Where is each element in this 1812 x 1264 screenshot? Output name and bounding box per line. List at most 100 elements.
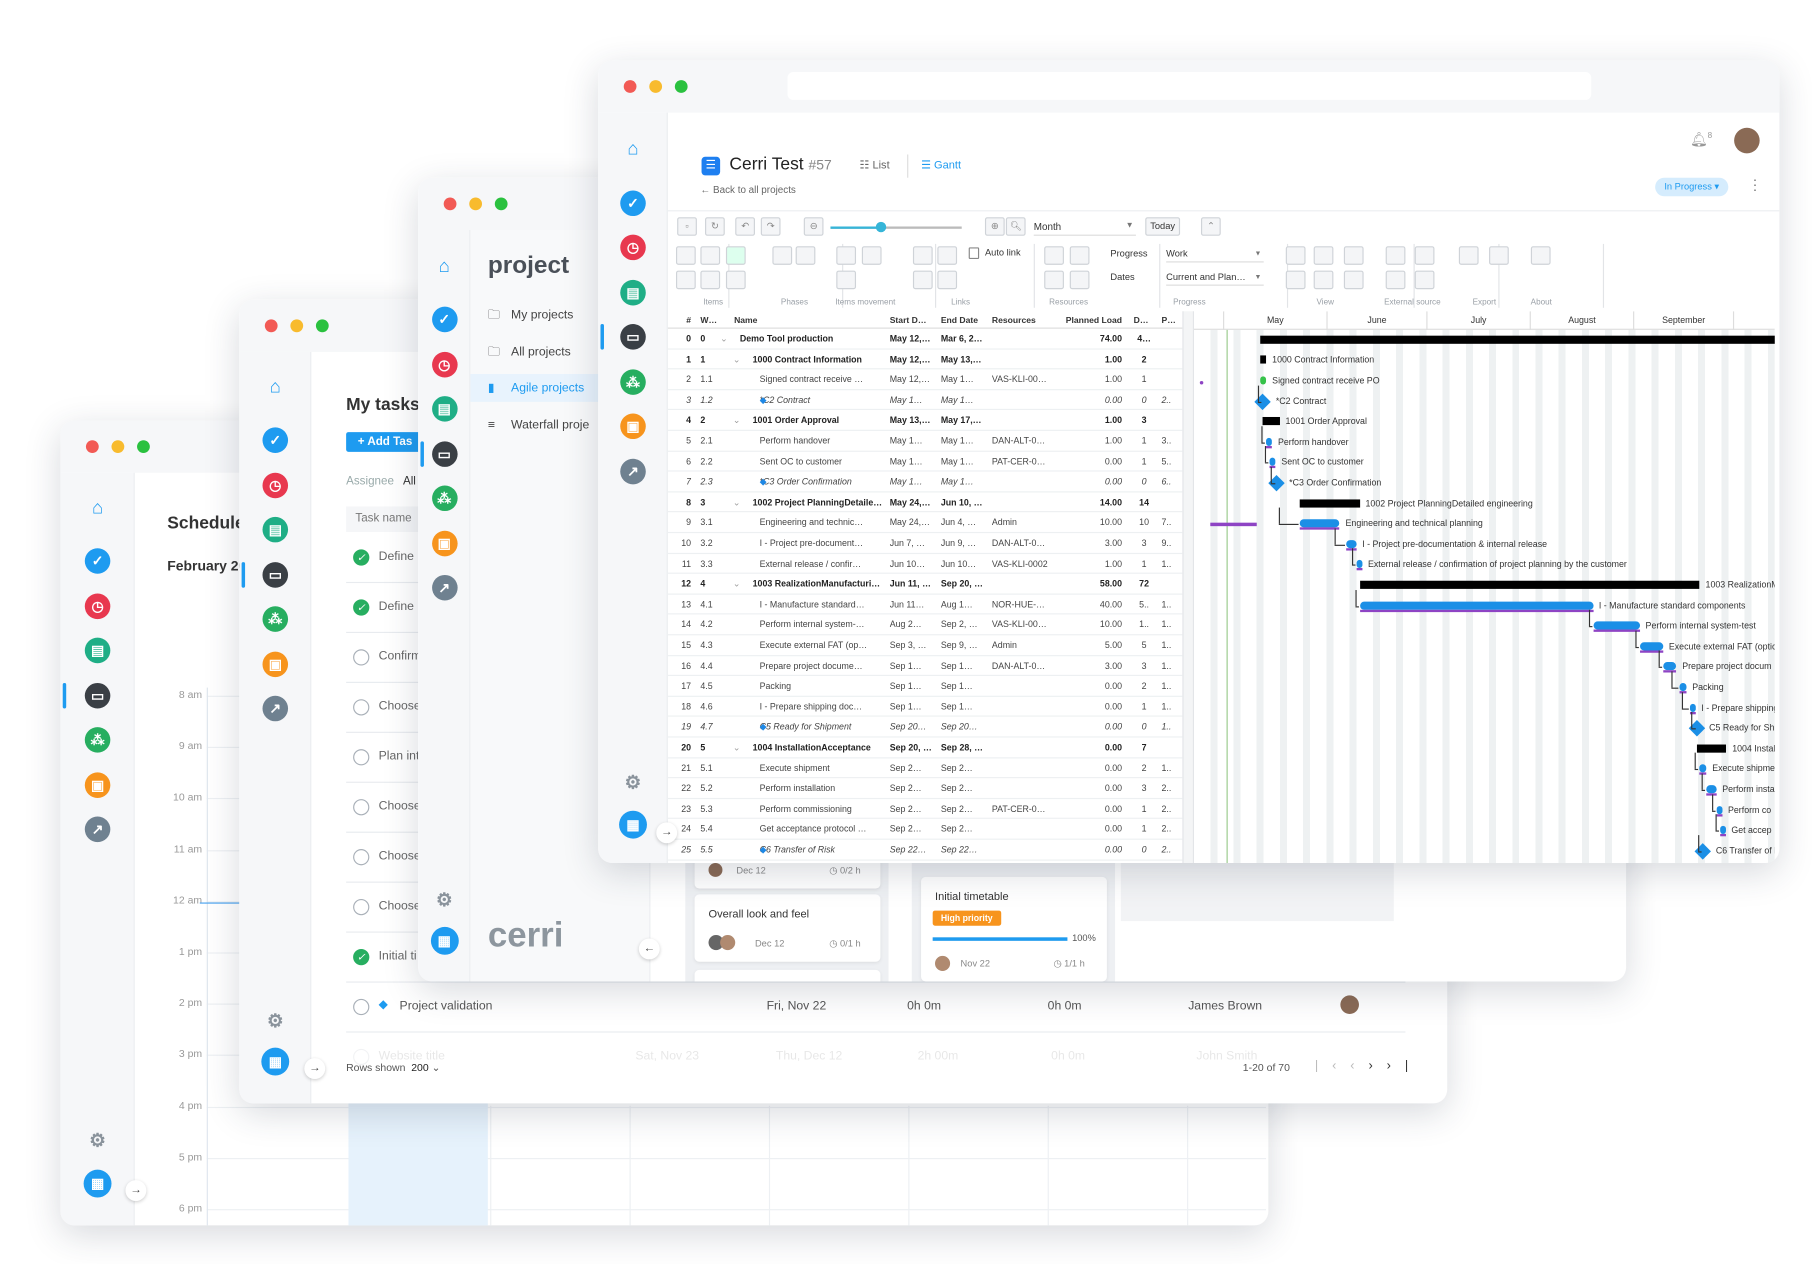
summary-bar[interactable] xyxy=(1299,498,1360,508)
checkbox[interactable] xyxy=(353,649,370,666)
table-row[interactable]: 14 4.2 Perform internal system-… Aug 2… Sep … xyxy=(667,615,1183,636)
toolbar-tool-button[interactable] xyxy=(937,270,958,290)
collapse-arrow-button[interactable]: → xyxy=(125,1180,147,1201)
briefcase-icon[interactable]: ▣ xyxy=(620,413,646,440)
column-header[interactable]: Start D… xyxy=(890,315,939,325)
minimize-button[interactable] xyxy=(649,80,663,93)
notifications-button[interactable]: 🔔︎8 xyxy=(1690,131,1712,147)
zoom-in-icon[interactable]: ⊕ xyxy=(984,217,1005,236)
close-button[interactable] xyxy=(85,440,99,453)
task-bar[interactable] xyxy=(1359,601,1594,610)
table-row[interactable]: 13 4.1 I - Manufacture standard… Jun 11… Aug… xyxy=(667,594,1183,615)
toolbar-tool-button[interactable] xyxy=(836,270,857,290)
task-bar[interactable] xyxy=(1259,376,1267,385)
table-row[interactable]: 25 5.5 ◆ C6 Transfer of Risk Sep 22… Sep 22…… xyxy=(667,840,1183,861)
collapse-arrow-button[interactable]: → xyxy=(304,1058,326,1080)
table-row[interactable]: 9 3.1 Engineering and technic… May 24,… Jun … xyxy=(667,513,1183,534)
table-row[interactable]: 2 1.1 Signed contract receive … May 12,… May… xyxy=(667,370,1183,391)
task-bar[interactable] xyxy=(1679,682,1687,692)
reports-icon[interactable]: ↗ xyxy=(84,816,111,843)
company-logo-icon[interactable]: ▦ xyxy=(83,1169,112,1198)
timesheet-icon[interactable]: ▤ xyxy=(84,637,111,664)
toolbar-tool-button[interactable] xyxy=(725,270,746,290)
summary-bar[interactable] xyxy=(1259,355,1267,365)
summary-bar[interactable] xyxy=(1696,744,1727,753)
table-row[interactable]: 22 5.2 Perform installation Sep 2… Sep 2… 0.0… xyxy=(667,778,1183,799)
toolbar-tool-button[interactable] xyxy=(1069,246,1090,265)
timer-icon[interactable]: ◷ xyxy=(262,472,289,499)
summary-bar[interactable] xyxy=(1259,335,1775,344)
task-bar[interactable] xyxy=(1689,703,1696,712)
toolbar-tool-button[interactable] xyxy=(795,246,816,265)
table-row[interactable]: 5 2.1 Perform handover May 1… May 1… DAN-ALT-… xyxy=(667,431,1183,452)
column-header[interactable]: D… xyxy=(1134,315,1155,325)
home-icon[interactable]: ⌂ xyxy=(262,375,288,401)
column-header[interactable]: Name xyxy=(734,315,885,325)
toolbar-tool-button[interactable] xyxy=(1044,270,1064,290)
summary-bar[interactable] xyxy=(1359,580,1700,589)
checkbox[interactable] xyxy=(353,699,370,716)
task-card-overall-look[interactable]: Overall look and feel Dec 12 ◷ 0/1 h xyxy=(694,894,881,962)
task-bar[interactable] xyxy=(1719,826,1726,835)
settings-gear-icon[interactable]: ⚙ xyxy=(85,1129,111,1155)
settings-gear-icon[interactable]: ⚙ xyxy=(431,889,457,915)
minimize-button[interactable] xyxy=(290,319,304,333)
view-list-tab[interactable]: ☷ List xyxy=(860,159,890,172)
checkbox[interactable]: ✓ xyxy=(353,599,370,616)
task-bar[interactable] xyxy=(1346,539,1357,548)
prev-page-icon[interactable]: ‹ xyxy=(1350,1059,1368,1073)
company-logo-icon[interactable]: ▦ xyxy=(430,926,459,955)
toolbar-tool-button[interactable] xyxy=(912,270,933,290)
column-header[interactable]: W… xyxy=(700,315,730,325)
chevron-down-icon[interactable]: ⌄ xyxy=(733,349,745,369)
task-bar[interactable] xyxy=(1716,805,1723,814)
toolbar-tool-button[interactable] xyxy=(1285,270,1306,290)
add-task-button[interactable]: + Add Tas xyxy=(346,432,428,452)
home-icon[interactable]: ⌂ xyxy=(620,137,646,163)
toolbar-tool-button[interactable] xyxy=(836,246,857,265)
reports-icon[interactable]: ↗ xyxy=(620,458,646,485)
refresh-icon[interactable]: ↻ xyxy=(705,217,725,236)
team-icon[interactable]: ⁂ xyxy=(620,369,646,395)
minimize-button[interactable] xyxy=(111,440,125,453)
table-splitter[interactable] xyxy=(1182,311,1195,863)
chevron-down-icon[interactable]: ⌄ xyxy=(733,410,745,430)
table-row[interactable]: 10 3.2 I - Project pre-document… Jun 7, … Ju… xyxy=(667,533,1183,554)
checkbox[interactable] xyxy=(353,749,370,766)
settings-gear-icon[interactable]: ⚙ xyxy=(620,771,646,797)
timer-icon[interactable]: ◷ xyxy=(84,593,111,620)
toolbar-tool-button[interactable] xyxy=(1069,270,1090,290)
back-link[interactable]: ← Back to all projects xyxy=(700,184,795,196)
expand-arrow-button[interactable]: → xyxy=(656,822,678,844)
team-icon[interactable]: ⁂ xyxy=(84,727,111,753)
column-header[interactable]: Resources xyxy=(992,315,1050,325)
table-row[interactable]: 20 5 1004 InstallationAcceptance Sep 20, … S… xyxy=(667,738,1183,758)
checkbox[interactable]: ✓ xyxy=(353,549,370,566)
task-bar[interactable] xyxy=(1639,642,1664,651)
tasks-icon[interactable]: ✓ xyxy=(620,190,646,217)
chevron-down-icon[interactable]: ⌄ xyxy=(733,574,745,594)
task-card[interactable] xyxy=(694,969,881,982)
task-row-project-validation[interactable]: ◆ Project validation Fri, Nov 22 0h 0m 0… xyxy=(346,983,1406,1033)
table-row[interactable]: 11 3.3 External release / confir… Jun 10… Ju… xyxy=(667,554,1183,574)
tasks-icon[interactable]: ✓ xyxy=(262,427,289,453)
table-row[interactable]: 24 5.4 Get acceptance protocol … Sep 2… Sep … xyxy=(667,819,1183,840)
toolbar-tool-button[interactable] xyxy=(937,246,958,265)
timer-icon[interactable]: ◷ xyxy=(431,351,458,378)
more-options-button[interactable]: ⋮ xyxy=(1748,177,1762,193)
maximize-button[interactable] xyxy=(674,80,688,93)
folder-icon[interactable]: ▭ xyxy=(620,324,646,350)
team-icon[interactable]: ⁂ xyxy=(262,606,289,632)
task-bar[interactable] xyxy=(1266,437,1273,446)
table-row[interactable]: 8 3 1002 Project PlanningDetaile… May 24,… J… xyxy=(667,492,1183,513)
task-bar[interactable] xyxy=(1593,621,1640,630)
timer-icon[interactable]: ◷ xyxy=(620,234,646,261)
table-row[interactable]: 12 4 1003 RealizationManufacturi… Jun 11, …… xyxy=(667,574,1183,595)
task-row-website-title[interactable]: Website title Sat, Nov 23 Thu, Dec 12 2h… xyxy=(346,1033,1405,1083)
toolbar-tool-button[interactable] xyxy=(861,246,882,265)
toolbar-tool-button[interactable] xyxy=(1414,246,1435,265)
close-button[interactable] xyxy=(623,80,637,93)
settings-gear-icon[interactable]: ⚙ xyxy=(262,1009,288,1035)
maximize-button[interactable] xyxy=(494,197,508,211)
rows-shown[interactable]: Rows shown 200 ⌄ xyxy=(346,1062,440,1075)
